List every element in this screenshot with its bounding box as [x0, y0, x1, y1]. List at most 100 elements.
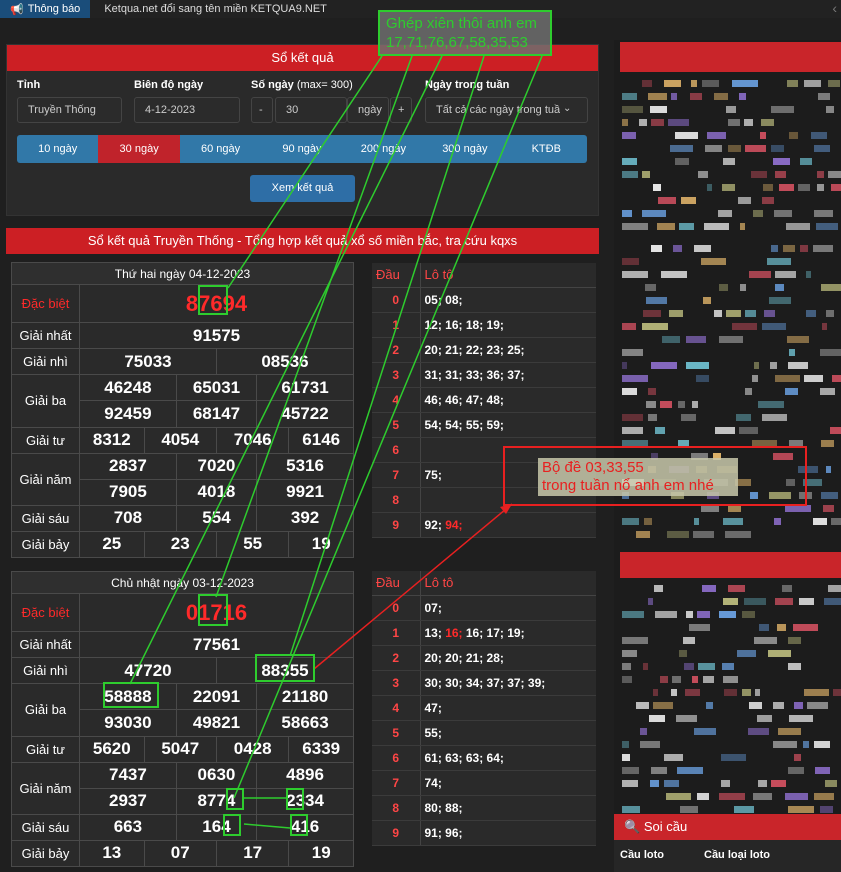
prize-label: Đặc biệt [11, 593, 80, 633]
chevron-down-icon: ⌄ [560, 103, 575, 114]
loto-dau: 1 [372, 312, 421, 338]
blurred-pixel [800, 245, 808, 252]
blurred-pixel [642, 210, 666, 217]
blurred-pixel [640, 728, 647, 735]
seventh-prize: 25 [79, 530, 145, 559]
blurred-pixel [749, 271, 771, 278]
tab-200-days[interactable]: 200 ngày [343, 135, 424, 163]
prize-label: Giải nhì [11, 657, 80, 685]
blurred-pixel [728, 505, 741, 512]
highlight-box [226, 788, 244, 810]
blurred-pixel [651, 767, 667, 774]
blurred-pixel [622, 119, 628, 126]
blurred-pixel [751, 171, 767, 178]
blurred-pixel [804, 689, 829, 696]
blurred-pixel [811, 132, 827, 139]
blurred-pixel [721, 780, 730, 787]
loto-head-col: Lô tô [420, 263, 596, 288]
third-prize: 46248 [79, 374, 177, 402]
blurred-pixel [820, 349, 841, 356]
blurred-pixel [679, 223, 694, 230]
blurred-pixel [657, 223, 675, 230]
days-input[interactable]: 30 [275, 97, 347, 123]
fourth-prize: 4054 [143, 426, 217, 454]
fifth-prize: 2837 [79, 452, 177, 480]
blurred-pixel [739, 93, 746, 100]
loto-dau: 7 [372, 770, 421, 796]
fifth-prize: 4018 [175, 478, 258, 506]
range-date-input[interactable]: 4-12-2023 [134, 97, 240, 123]
tab-90-days[interactable]: 90 ngày [261, 135, 342, 163]
blurred-pixel [749, 702, 762, 709]
blurred-pixel [816, 223, 838, 230]
page: 📢 Thông báo Ketqua.net đổi sang tên miền… [0, 0, 841, 872]
blurred-pixel [692, 676, 698, 683]
blurred-pixel [737, 650, 756, 657]
section-title: Sổ kết quả Truyền Thống - Tổng hợp kết q… [6, 228, 599, 254]
prize-label: Giải sáu [11, 504, 80, 532]
blurred-pixel [678, 401, 685, 408]
blurred-pixel [723, 598, 738, 605]
cau-loai-loto-link[interactable]: Cầu loại loto [704, 849, 770, 861]
blurred-pixel [758, 401, 784, 408]
blurred-pixel [622, 93, 637, 100]
view-results-button[interactable]: Xem kết quả [250, 175, 355, 202]
blurred-pixel [820, 806, 833, 813]
blurred-pixel [728, 119, 740, 126]
blurred-pixel [707, 184, 712, 191]
tab-ktdb[interactable]: KTĐB [506, 135, 587, 163]
blurred-pixel [773, 741, 797, 748]
blurred-pixel [622, 362, 627, 369]
blurred-pixel [622, 754, 630, 761]
third-prize: 45722 [256, 400, 354, 428]
loto-values: 80; 88; [420, 795, 596, 821]
blurred-pixel [726, 106, 736, 113]
loto-dau: 2 [372, 337, 421, 363]
blurred-pixel [794, 754, 801, 761]
blurred-pixel [740, 223, 745, 230]
province-select[interactable]: Truyền Thống [17, 97, 122, 123]
blurred-pixel [806, 310, 816, 317]
loto-dau: 9 [372, 512, 421, 538]
blurred-pixel [761, 119, 774, 126]
chevron-left-icon[interactable]: ‹ [832, 0, 837, 16]
blurred-pixel [690, 93, 702, 100]
loto-dau: 9 [372, 820, 421, 846]
blurred-pixel [622, 271, 648, 278]
days-plus-button[interactable]: + [390, 97, 412, 123]
notice-button[interactable]: 📢 Thông báo [0, 0, 91, 18]
blurred-pixel [830, 427, 841, 434]
blurred-pixel [785, 388, 798, 395]
annotation-green-note: Ghép xiên thôi anh em 17,71,76,67,58,35,… [378, 10, 552, 56]
announcement-text[interactable]: Ketqua.net đổi sang tên miền KETQUA9.NET [104, 3, 327, 15]
search-icon: 🔍 [624, 819, 641, 834]
annotation-line-1: Ghép xiên thôi anh em [386, 15, 537, 32]
blurred-pixel [817, 171, 824, 178]
blurred-pixel [788, 663, 801, 670]
prize-label: Giải nhì [11, 348, 80, 376]
blurred-pixel [649, 715, 665, 722]
loto-values: 55; [420, 720, 596, 746]
third-prize: 93030 [79, 709, 177, 737]
blurred-pixel [732, 80, 758, 87]
blurred-pixel [622, 650, 637, 657]
result-date: Thứ hai ngày 04-12-2023 [11, 261, 354, 286]
days-unit: ngày [347, 97, 389, 123]
loto-values: 61; 63; 63; 64; [420, 745, 596, 771]
days-minus-button[interactable]: - [251, 97, 273, 123]
cau-loto-link[interactable]: Cầu loto [620, 849, 664, 861]
tab-300-days[interactable]: 300 ngày [424, 135, 505, 163]
blurred-pixel [775, 598, 793, 605]
blurred-pixel [715, 427, 735, 434]
third-prize: 22091 [175, 683, 258, 711]
tab-30-days[interactable]: 30 ngày [98, 135, 180, 163]
blurred-pixel [703, 676, 714, 683]
notice-label: Thông báo [27, 3, 81, 15]
blurred-pixel [653, 184, 661, 191]
blurred-pixel [753, 793, 772, 800]
blurred-pixel [714, 93, 728, 100]
sidebar-header-blurred [620, 552, 841, 578]
blurred-pixel [744, 598, 766, 605]
tab-10-days[interactable]: 10 ngày [17, 135, 98, 163]
tab-60-days[interactable]: 60 ngày [180, 135, 261, 163]
